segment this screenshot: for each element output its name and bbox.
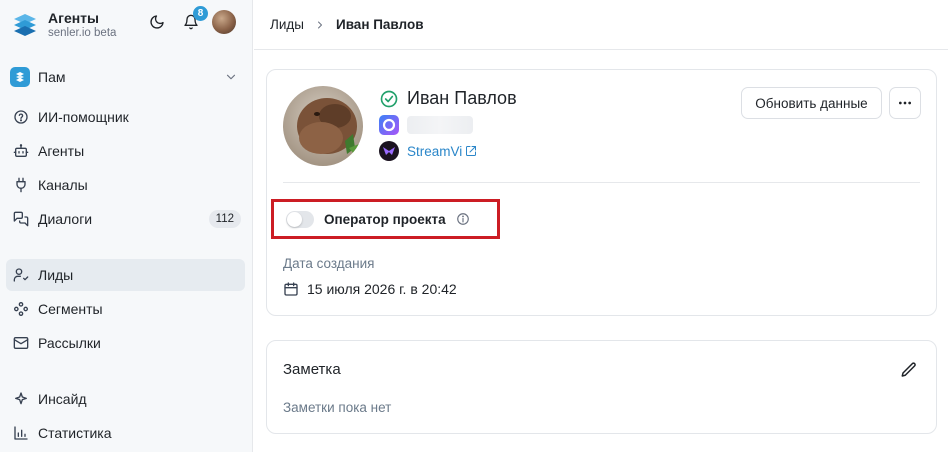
refresh-data-button[interactable]: Обновить данные: [741, 87, 882, 119]
notifications-badge: 8: [193, 6, 208, 21]
sidebar-item-dialogs[interactable]: Диалоги 112: [6, 203, 245, 235]
notifications-button[interactable]: 8: [180, 6, 208, 33]
main-content: Лиды Иван Павлов Иван Павлов StreamVi Об…: [254, 0, 948, 452]
sparkle-icon: [12, 390, 30, 408]
dialogs-count-badge: 112: [208, 210, 241, 228]
sidebar-item-label: ИИ-помощник: [38, 109, 129, 125]
verified-check-icon: [380, 90, 398, 107]
brand-logo-icon: [14, 14, 36, 36]
pencil-icon: [901, 362, 916, 377]
mail-icon: [12, 334, 30, 352]
edit-note-button[interactable]: [900, 361, 918, 379]
divider: [283, 182, 920, 183]
created-date-value: 15 июля 2026 г. в 20:42: [307, 281, 457, 297]
note-empty-text: Заметки пока нет: [283, 400, 392, 415]
theme-toggle-button[interactable]: [146, 11, 168, 33]
operator-toggle[interactable]: [286, 210, 314, 228]
sidebar-item-label: Агенты: [38, 143, 85, 159]
moon-icon: [150, 15, 164, 29]
sidebar-item-label: Инсайд: [38, 391, 87, 407]
sidebar-item-segments[interactable]: Сегменты: [6, 293, 245, 325]
redacted-contact: [407, 116, 473, 134]
external-link-icon: [465, 145, 477, 157]
breadcrumb: Лиды Иван Павлов: [254, 0, 948, 50]
breadcrumb-leads-link[interactable]: Лиды: [270, 17, 304, 32]
user-avatar[interactable]: [212, 10, 236, 34]
brand-subtitle: senler.io beta: [48, 26, 117, 39]
calendar-icon: [284, 282, 298, 296]
nav-group-insights: Инсайд Статистика: [6, 383, 245, 451]
workspace-name: Пам: [38, 69, 66, 85]
brand-title: Агенты: [48, 9, 99, 26]
operator-toggle-highlight: Оператор проекта: [271, 199, 500, 239]
note-title: Заметка: [283, 361, 341, 378]
more-options-button[interactable]: [889, 87, 921, 119]
sidebar-item-ai-assistant[interactable]: ИИ-помощник: [6, 101, 245, 133]
lead-photo: [283, 86, 363, 166]
workspace-selector[interactable]: Пам: [10, 64, 242, 90]
segments-icon: [12, 300, 30, 318]
sidebar-item-label: Рассылки: [38, 335, 101, 351]
nav-group-leads: Лиды Сегменты Рассылки: [6, 259, 245, 361]
bar-chart-icon: [12, 424, 30, 442]
created-date-label: Дата создания: [283, 256, 375, 271]
brand[interactable]: Агенты senler.io beta: [10, 8, 116, 42]
sidebar-item-channels[interactable]: Каналы: [6, 169, 245, 201]
messages-icon: [12, 210, 30, 228]
sidebar-item-agents[interactable]: Агенты: [6, 135, 245, 167]
bot-icon: [12, 142, 30, 160]
sidebar-item-leads[interactable]: Лиды: [6, 259, 245, 291]
messenger-channel-icon: [379, 115, 399, 135]
note-card: Заметка Заметки пока нет: [266, 340, 937, 434]
more-horizontal-icon: [899, 101, 911, 105]
sidebar-item-insight[interactable]: Инсайд: [6, 383, 245, 415]
sidebar-item-label: Статистика: [38, 425, 112, 441]
sidebar-item-mailings[interactable]: Рассылки: [6, 327, 245, 359]
chevron-right-icon: [314, 19, 326, 31]
nav-group-main: ИИ-помощник Агенты Каналы Диалоги 112: [6, 101, 245, 237]
sidebar-item-label: Лиды: [38, 267, 74, 283]
sidebar-item-label: Сегменты: [38, 301, 103, 317]
info-icon[interactable]: [456, 212, 470, 226]
user-check-icon: [12, 266, 30, 284]
sidebar: Агенты senler.io beta 8 Пам ИИ-помощник: [0, 0, 253, 452]
streamvi-logo-icon: [379, 141, 399, 161]
lead-name: Иван Павлов: [407, 88, 517, 108]
sidebar-item-label: Каналы: [38, 177, 88, 193]
sidebar-item-statistics[interactable]: Статистика: [6, 417, 245, 449]
toggle-knob: [287, 211, 302, 227]
plug-icon: [12, 176, 30, 194]
source-link[interactable]: StreamVi: [407, 144, 462, 159]
sidebar-item-label: Диалоги: [38, 211, 93, 227]
operator-label: Оператор проекта: [324, 211, 446, 227]
lead-profile-card: Иван Павлов StreamVi Обновить данные Опе…: [266, 69, 937, 316]
chevron-down-icon: [226, 74, 236, 80]
breadcrumb-current: Иван Павлов: [335, 17, 424, 32]
workspace-icon: [10, 67, 30, 87]
help-circle-icon: [12, 108, 30, 126]
